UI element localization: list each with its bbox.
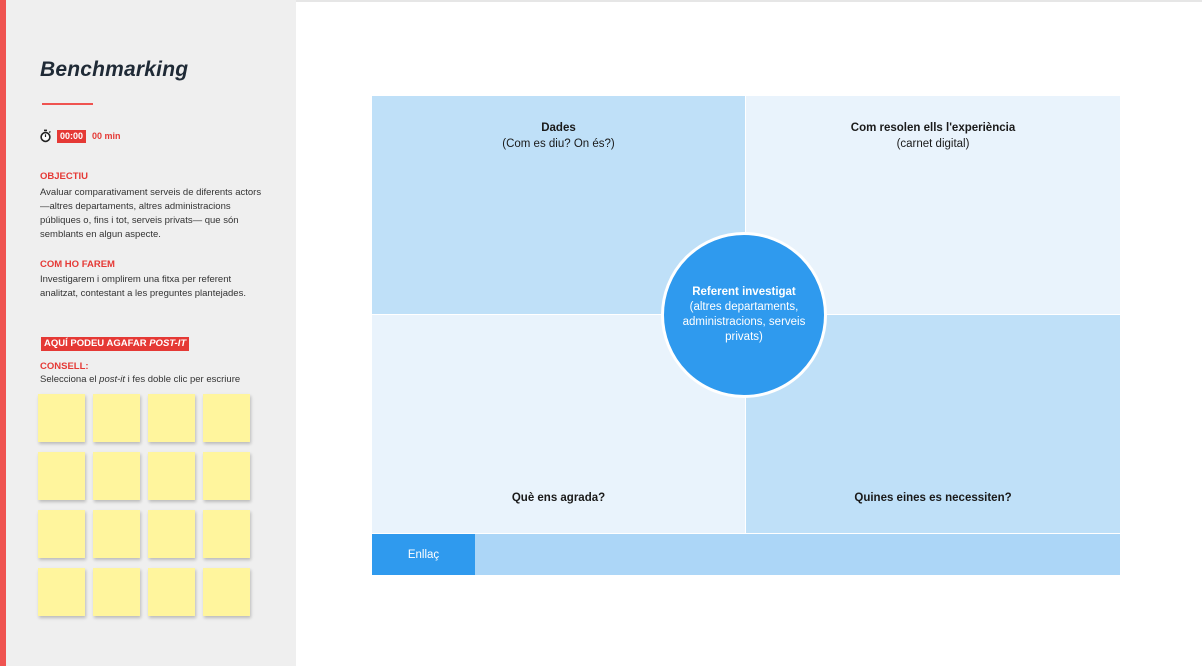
quadrant-data-subtitle: (Com es diu? On és?) xyxy=(502,138,615,150)
quadrant-data-title: Dades xyxy=(541,122,576,134)
tip-text: Selecciona el post-it i fes doble clic p… xyxy=(40,374,240,385)
link-button[interactable]: Enllaç xyxy=(372,534,475,575)
postit-stack xyxy=(38,394,252,616)
postit-note[interactable] xyxy=(38,568,85,616)
objective-text: Avaluar comparativament serveis de difer… xyxy=(40,187,262,240)
postit-note[interactable] xyxy=(93,510,140,558)
objective-title: OBJECTIU xyxy=(40,171,89,182)
quadrant-experience-subtitle: (carnet digital) xyxy=(896,138,970,150)
postit-banner-text: AQUÍ PODEU AGAFAR xyxy=(44,338,150,349)
postit-note[interactable] xyxy=(203,510,250,558)
postit-note[interactable] xyxy=(148,394,195,442)
postit-note[interactable] xyxy=(148,452,195,500)
postit-note[interactable] xyxy=(38,452,85,500)
sidebar: Benchmarking 00:00 00 min OBJECTIU Avalu… xyxy=(6,0,296,666)
postit-banner-emphasis: POST-IT xyxy=(149,338,187,349)
postit-note[interactable] xyxy=(203,568,250,616)
postit-note[interactable] xyxy=(93,394,140,442)
quadrant-likes-title: Què ens agrada? xyxy=(511,492,606,504)
quadrant-tools-title: Quines eines es necessiten? xyxy=(854,492,1012,504)
tip-text-emphasis: post-it xyxy=(99,374,126,385)
center-title: Referent investigat xyxy=(692,286,796,298)
method-title: COM HO FAREM xyxy=(40,259,115,270)
timer: 00:00 00 min xyxy=(39,128,121,144)
timer-minutes: 00 min xyxy=(92,131,121,141)
center-referent-circle[interactable]: Referent investigat (altres departaments… xyxy=(661,232,827,398)
postit-note[interactable] xyxy=(203,452,250,500)
postit-note[interactable] xyxy=(38,394,85,442)
postit-note[interactable] xyxy=(148,510,195,558)
postit-note[interactable] xyxy=(203,394,250,442)
stopwatch-icon xyxy=(39,129,52,143)
postit-banner: AQUÍ PODEU AGAFAR POST-IT xyxy=(41,337,190,351)
postit-note[interactable] xyxy=(38,510,85,558)
center-subtitle: (altres departaments, administracions, s… xyxy=(682,301,806,343)
tip-text-prefix: Selecciona el xyxy=(40,374,100,385)
title-underline xyxy=(42,103,93,105)
tip-title: CONSELL: xyxy=(40,361,89,372)
link-bar[interactable]: Enllaç xyxy=(372,534,1120,575)
benchmark-board: Dades (Com es diu? On és?) Com resolen e… xyxy=(372,96,1120,576)
page-title: Benchmarking xyxy=(40,58,189,81)
postit-note[interactable] xyxy=(93,568,140,616)
postit-note[interactable] xyxy=(93,452,140,500)
postit-note[interactable] xyxy=(148,568,195,616)
timer-time[interactable]: 00:00 xyxy=(57,129,87,143)
method-text: Investigarem i omplirem una fitxa per re… xyxy=(40,274,246,299)
tip-text-suffix: i fes doble clic per escriure xyxy=(125,374,241,385)
quadrant-experience-title: Com resolen ells l'experiència xyxy=(850,122,1016,134)
